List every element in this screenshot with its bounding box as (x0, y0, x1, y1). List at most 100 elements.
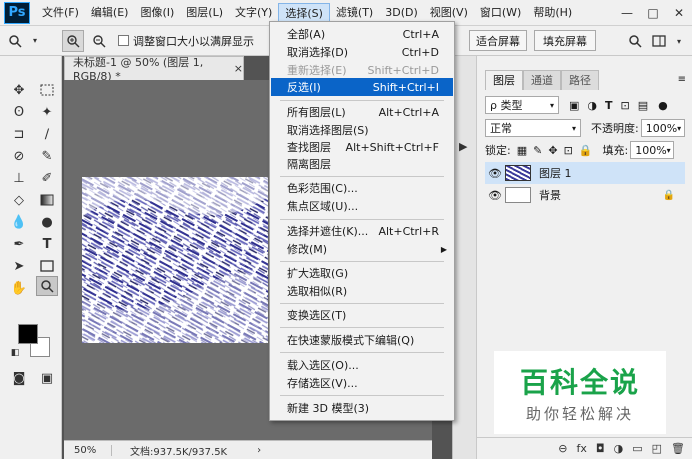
add-mask-icon[interactable]: ◘ (596, 442, 605, 455)
menu-item-modify[interactable]: 修改(M) ▶ (271, 240, 453, 258)
fit-screen-button[interactable]: 适合屏幕 (469, 30, 527, 51)
menu-item-inverse[interactable]: 反选(I) Shift+Ctrl+I (271, 78, 453, 96)
filter-shape-icon[interactable]: ⊡ (621, 99, 630, 112)
new-group-icon[interactable]: ▭ (632, 442, 642, 455)
layer-row-background[interactable]: 👁 背景 🔒 (485, 184, 685, 206)
tab-layers[interactable]: 图层 (485, 70, 523, 90)
rectangle-tool-icon[interactable] (36, 256, 58, 276)
menu-item-load-selection[interactable]: 载入选区(O)... (271, 356, 453, 374)
lock-image-icon[interactable]: ✎ (533, 144, 542, 157)
menu-item-select-and-mask[interactable]: 选择并遮住(K)... Alt+Ctrl+R (271, 222, 453, 240)
hand-tool-icon[interactable]: ✋ (8, 278, 30, 298)
menu-item-deselect-layers[interactable]: 取消选择图层(S) (271, 121, 453, 139)
minimize-icon[interactable]: — (614, 6, 640, 20)
eyedropper-tool-icon[interactable]: ∕ (36, 124, 58, 144)
filter-pixel-icon[interactable]: ▣ (569, 99, 579, 112)
opacity-input[interactable]: 100% ▾ (640, 119, 685, 137)
resize-windows-checkbox[interactable]: 调整窗口大小以满屏显示 (118, 33, 254, 49)
search-icon[interactable] (624, 30, 646, 52)
menu-item-quick-mask[interactable]: 在快速蒙版模式下编辑(Q) (271, 331, 453, 349)
history-brush-tool-icon[interactable]: ✐ (36, 168, 58, 188)
layer-row-layer1[interactable]: 👁 图层 1 (485, 162, 685, 184)
image-canvas[interactable] (82, 177, 268, 343)
menu-item-deselect[interactable]: 取消选择(D) Ctrl+D (271, 43, 453, 61)
filter-smart-object-icon[interactable]: ▤ (638, 99, 648, 112)
magic-wand-tool-icon[interactable]: ✦ (36, 102, 58, 122)
zoom-tool-icon[interactable] (36, 276, 58, 296)
move-tool-icon[interactable]: ✥ (8, 80, 30, 100)
menu-item-select-all[interactable]: 全部(A) Ctrl+A (271, 25, 453, 43)
zoom-in-icon[interactable] (62, 29, 84, 52)
expand-panel-icon[interactable]: ▶ (459, 140, 467, 153)
menu-view[interactable]: 视图(V) (424, 3, 474, 23)
screen-mode-icon[interactable]: ▣ (36, 368, 58, 388)
eraser-tool-icon[interactable]: ◇ (8, 190, 30, 210)
tab-channels[interactable]: 通道 (523, 70, 561, 90)
menu-type[interactable]: 文字(Y) (229, 3, 278, 23)
maximize-icon[interactable]: □ (640, 6, 666, 20)
filter-toggle-icon[interactable]: ● (658, 99, 668, 112)
close-icon[interactable]: ✕ (666, 6, 692, 20)
healing-brush-tool-icon[interactable]: ⊘ (8, 146, 30, 166)
menu-window[interactable]: 窗口(W) (474, 3, 527, 23)
menu-item-color-range[interactable]: 色彩范围(C)... (271, 179, 453, 197)
menu-item-isolate-layers[interactable]: 隔离图层 (271, 155, 453, 173)
checkbox-box[interactable] (118, 35, 129, 46)
lock-transparent-icon[interactable]: ▦ (517, 144, 527, 157)
lock-position-icon[interactable]: ✥ (548, 144, 557, 157)
default-colors-icon[interactable]: ◧ (8, 346, 22, 360)
dodge-tool-icon[interactable]: ● (36, 212, 58, 232)
crop-tool-icon[interactable]: ⊐ (8, 124, 30, 144)
zoom-tool-preset-icon[interactable] (4, 30, 26, 52)
visibility-eye-icon[interactable]: 👁 (485, 189, 505, 202)
pen-tool-icon[interactable]: ✒ (8, 234, 30, 254)
fill-input[interactable]: 100% ▾ (630, 141, 675, 159)
new-layer-icon[interactable]: ◰ (652, 442, 662, 455)
menu-item-all-layers[interactable]: 所有图层(L) Alt+Ctrl+A (271, 103, 453, 121)
foreground-color-swatch[interactable] (18, 324, 38, 344)
lock-artboard-icon[interactable]: ⊡ (564, 144, 573, 157)
fill-screen-button[interactable]: 填充屏幕 (534, 30, 596, 51)
menu-item-new-3d-extrusion[interactable]: 新建 3D 模型(3) (271, 399, 453, 417)
tab-paths[interactable]: 路径 (561, 70, 599, 90)
zoom-level[interactable]: 50% (64, 444, 112, 456)
zoom-out-icon[interactable] (88, 30, 110, 52)
brush-tool-icon[interactable]: ✎ (36, 146, 58, 166)
link-layers-icon[interactable]: ⊖ (558, 442, 567, 455)
document-tab[interactable]: 未标题-1 @ 50% (图层 1, RGB/8) * × (64, 56, 244, 83)
menu-image[interactable]: 图像(I) (134, 3, 180, 23)
quick-mask-icon[interactable]: ◙ (8, 368, 30, 388)
adjustment-layer-icon[interactable]: ◑ (614, 442, 624, 455)
type-tool-icon[interactable]: T (36, 234, 58, 254)
menu-file[interactable]: 文件(F) (36, 3, 85, 23)
path-selection-tool-icon[interactable]: ➤ (8, 256, 30, 276)
workspace-dropdown-icon[interactable]: ▾ (668, 30, 690, 52)
panel-menu-icon[interactable]: ≡ (678, 74, 686, 85)
menu-layer[interactable]: 图层(L) (180, 3, 229, 23)
menu-item-focus-area[interactable]: 焦点区域(U)... (271, 197, 453, 215)
menu-item-reselect[interactable]: 重新选择(E) Shift+Ctrl+D (271, 61, 453, 79)
visibility-eye-icon[interactable]: 👁 (485, 167, 505, 180)
workspace-icon[interactable] (648, 30, 670, 52)
lasso-tool-icon[interactable]: ʘ (8, 102, 30, 122)
layer-filter-select[interactable]: ρ 类型 ▾ (485, 96, 559, 114)
menu-item-save-selection[interactable]: 存储选区(V)... (271, 374, 453, 392)
menu-3d[interactable]: 3D(D) (379, 3, 424, 23)
layer-style-icon[interactable]: fx (577, 442, 587, 455)
trash-icon[interactable]: 🗑 (671, 442, 685, 455)
filter-adjustment-icon[interactable]: ◑ (587, 99, 597, 112)
blend-mode-select[interactable]: 正常 ▾ (485, 119, 581, 137)
gradient-tool-icon[interactable] (36, 190, 58, 210)
clone-stamp-tool-icon[interactable]: ⊥ (8, 168, 30, 188)
menu-item-similar[interactable]: 选取相似(R) (271, 282, 453, 300)
filter-type-icon[interactable]: T (605, 99, 613, 112)
menu-item-grow[interactable]: 扩大选取(G) (271, 264, 453, 282)
dropdown-arrow-icon[interactable]: ▾ (30, 30, 40, 52)
tab-close-icon[interactable]: × (234, 62, 243, 75)
lock-all-icon[interactable]: 🔒 (579, 144, 593, 157)
blur-tool-icon[interactable]: 💧 (8, 212, 30, 232)
marquee-tool-icon[interactable] (36, 80, 58, 100)
menu-item-find-layers[interactable]: 查找图层 Alt+Shift+Ctrl+F (271, 138, 453, 156)
status-menu-arrow[interactable]: › (257, 445, 261, 456)
menu-filter[interactable]: 滤镜(T) (330, 3, 379, 23)
